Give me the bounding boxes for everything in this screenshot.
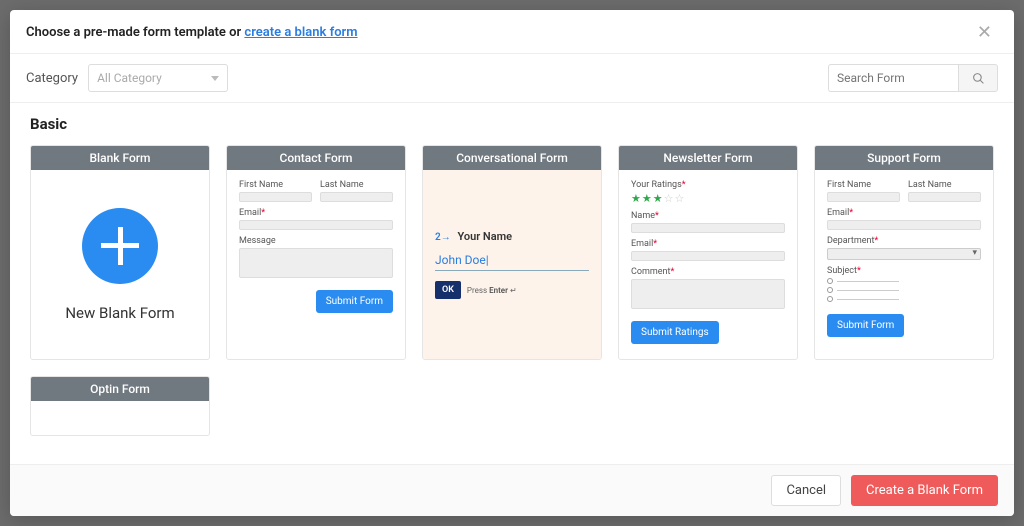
close-icon[interactable]: ✕ bbox=[971, 20, 998, 45]
modal-title-prefix: Choose a pre-made form template or bbox=[26, 25, 244, 40]
field-select bbox=[827, 248, 981, 260]
field-textarea bbox=[239, 248, 393, 278]
plus-icon bbox=[82, 208, 158, 284]
star-rating: ★★★☆☆ bbox=[631, 192, 785, 205]
card-body: First Name Last Name Email* Message Subm… bbox=[227, 170, 405, 359]
submit-button: Submit Form bbox=[827, 314, 904, 337]
category-placeholder: All Category bbox=[97, 71, 162, 85]
field-label: Email* bbox=[239, 208, 393, 218]
toolbar-left: Category All Category bbox=[26, 64, 228, 92]
card-head: Conversational Form bbox=[423, 146, 601, 170]
card-head: Support Form bbox=[815, 146, 993, 170]
field-input bbox=[631, 223, 785, 233]
field-label: Your Ratings* bbox=[631, 180, 785, 190]
search-button[interactable] bbox=[958, 64, 998, 92]
field-label: Message bbox=[239, 236, 393, 246]
category-label: Category bbox=[26, 71, 78, 86]
field-input bbox=[827, 220, 981, 230]
template-card-conversational[interactable]: Conversational Form 2→ Your Name John Do… bbox=[422, 145, 602, 360]
conv-input-value: John Doe bbox=[435, 253, 589, 271]
modal-footer: Cancel Create a Blank Form bbox=[10, 464, 1014, 516]
template-card-support[interactable]: Support Form First Name Last Name Email*… bbox=[814, 145, 994, 360]
field-label: Department* bbox=[827, 236, 981, 246]
conv-question: 2→ Your Name bbox=[435, 230, 589, 243]
field-label: First Name bbox=[239, 180, 312, 190]
modal-title: Choose a pre-made form template or creat… bbox=[26, 25, 358, 40]
field-input bbox=[827, 192, 900, 202]
card-head: Contact Form bbox=[227, 146, 405, 170]
template-card-contact[interactable]: Contact Form First Name Last Name Email*… bbox=[226, 145, 406, 360]
radio-option bbox=[827, 287, 981, 293]
blank-form-label: New Blank Form bbox=[65, 304, 174, 322]
cancel-button[interactable]: Cancel bbox=[771, 475, 841, 506]
modal-header: Choose a pre-made form template or creat… bbox=[10, 10, 1014, 54]
question-text: Your Name bbox=[457, 230, 512, 243]
template-card-newsletter[interactable]: Newsletter Form Your Ratings* ★★★☆☆ Name… bbox=[618, 145, 798, 360]
create-blank-link[interactable]: create a blank form bbox=[244, 25, 357, 40]
card-head: Optin Form bbox=[31, 377, 209, 401]
template-card-optin[interactable]: Optin Form bbox=[30, 376, 210, 436]
step-number: 2→ bbox=[435, 232, 451, 243]
field-input bbox=[631, 251, 785, 261]
card-body: 2→ Your Name John Doe OK Press Enter ↵ bbox=[423, 170, 601, 359]
chevron-down-icon bbox=[211, 76, 219, 81]
template-card-blank[interactable]: Blank Form New Blank Form bbox=[30, 145, 210, 360]
field-label: Email* bbox=[827, 208, 981, 218]
conv-hint: Press Enter ↵ bbox=[467, 286, 517, 295]
card-body: First Name Last Name Email* Department* … bbox=[815, 170, 993, 359]
field-textarea bbox=[631, 279, 785, 309]
field-input bbox=[320, 192, 393, 202]
modal-toolbar: Category All Category bbox=[10, 54, 1014, 103]
card-body: New Blank Form bbox=[31, 170, 209, 359]
card-head: Blank Form bbox=[31, 146, 209, 170]
conv-ok-row: OK Press Enter ↵ bbox=[435, 281, 589, 299]
field-label: Subject* bbox=[827, 266, 981, 276]
field-label: Email* bbox=[631, 239, 785, 249]
radio-option bbox=[827, 296, 981, 302]
search-group bbox=[828, 64, 998, 92]
field-input bbox=[239, 192, 312, 202]
field-label: Last Name bbox=[320, 180, 393, 190]
ok-button: OK bbox=[435, 281, 461, 299]
field-label: Last Name bbox=[908, 180, 981, 190]
search-input[interactable] bbox=[828, 64, 958, 92]
submit-button: Submit Ratings bbox=[631, 321, 719, 344]
field-label: Name* bbox=[631, 211, 785, 221]
field-input bbox=[239, 220, 393, 230]
card-head: Newsletter Form bbox=[619, 146, 797, 170]
template-grid: Blank Form New Blank Form Contact Form F… bbox=[30, 145, 994, 436]
card-body bbox=[31, 401, 209, 435]
field-label: Comment* bbox=[631, 267, 785, 277]
card-body: Your Ratings* ★★★☆☆ Name* Email* Comment… bbox=[619, 170, 797, 359]
category-select[interactable]: All Category bbox=[88, 64, 228, 92]
modal-body: Basic Blank Form New Blank Form Contact … bbox=[10, 103, 1014, 464]
search-icon bbox=[972, 72, 985, 85]
field-input bbox=[908, 192, 981, 202]
radio-option bbox=[827, 278, 981, 284]
create-blank-button[interactable]: Create a Blank Form bbox=[851, 475, 998, 506]
field-label: First Name bbox=[827, 180, 900, 190]
template-chooser-modal: Choose a pre-made form template or creat… bbox=[10, 10, 1014, 516]
submit-button: Submit Form bbox=[316, 290, 393, 313]
section-title: Basic bbox=[30, 115, 994, 133]
